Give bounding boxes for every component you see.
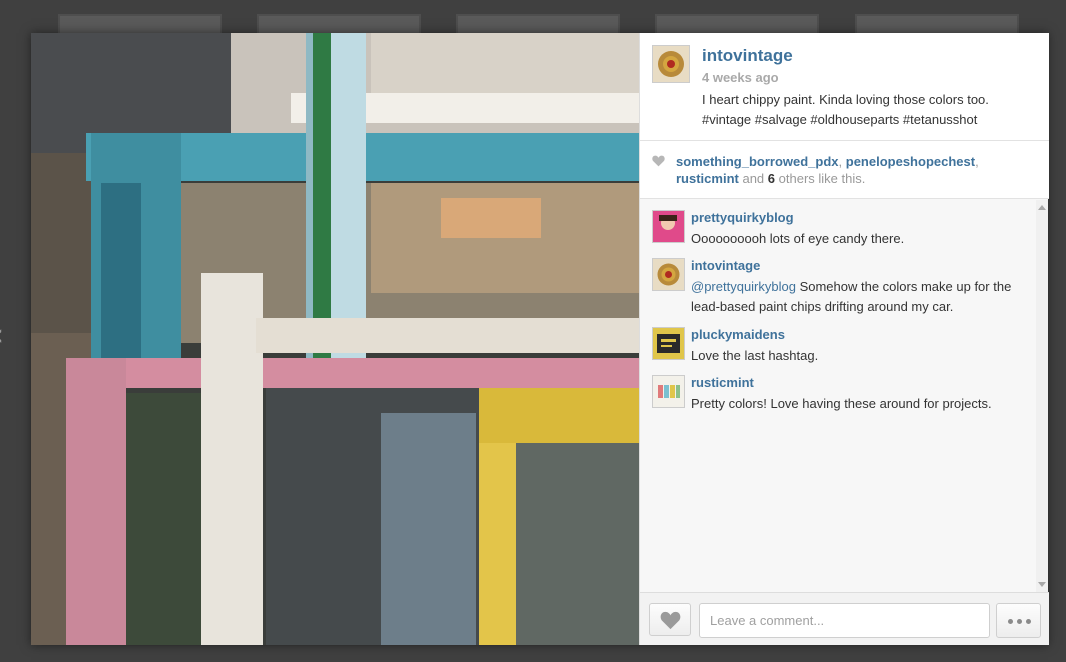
avatar[interactable] bbox=[652, 375, 685, 408]
comment-mention[interactable]: @prettyquirkyblog bbox=[691, 279, 796, 294]
likes-summary: something_borrowed_pdx, penelopeshopeche… bbox=[640, 141, 1049, 199]
more-options-button[interactable] bbox=[996, 603, 1041, 638]
post-header: intovintage 4 weeks ago I heart chippy p… bbox=[640, 33, 1049, 141]
avatar[interactable] bbox=[652, 45, 690, 83]
photo-modal: intovintage 4 weeks ago I heart chippy p… bbox=[31, 33, 1049, 645]
comment-username[interactable]: pluckymaidens bbox=[691, 327, 785, 342]
post-caption: I heart chippy paint. Kinda loving those… bbox=[702, 92, 989, 127]
avatar[interactable] bbox=[652, 258, 685, 291]
comment-text: Love the last hashtag. bbox=[691, 348, 819, 363]
post-timestamp: 4 weeks ago bbox=[702, 70, 779, 85]
comment-text: @prettyquirkyblog Somehow the colors mak… bbox=[691, 277, 1031, 317]
liker-link[interactable]: something_borrowed_pdx bbox=[676, 154, 839, 169]
heart-icon bbox=[660, 611, 681, 630]
liker-link[interactable]: rusticmint bbox=[676, 171, 739, 186]
avatar[interactable] bbox=[652, 210, 685, 243]
scroll-up-arrow-icon[interactable] bbox=[1038, 205, 1046, 210]
avatar[interactable] bbox=[652, 327, 685, 360]
others-count[interactable]: 6 bbox=[768, 171, 775, 186]
others-suffix: others like this. bbox=[778, 171, 866, 186]
post-photo bbox=[31, 33, 639, 645]
likes-and-text: and bbox=[742, 171, 765, 186]
comment-username[interactable]: rusticmint bbox=[691, 375, 754, 390]
comment-text: Oooooooooh lots of eye candy there. bbox=[691, 231, 905, 246]
comment-input[interactable] bbox=[699, 603, 990, 638]
scroll-down-arrow-icon[interactable] bbox=[1038, 582, 1046, 587]
heart-icon bbox=[652, 155, 665, 167]
post-sidebar: intovintage 4 weeks ago I heart chippy p… bbox=[639, 33, 1049, 645]
post-owner-username[interactable]: intovintage bbox=[702, 46, 793, 66]
like-button[interactable] bbox=[649, 603, 691, 636]
comment-scrollbar[interactable] bbox=[1036, 200, 1048, 592]
comment-text: Pretty colors! Love having these around … bbox=[691, 396, 992, 411]
comment-username[interactable]: prettyquirkyblog bbox=[691, 210, 794, 225]
liker-link[interactable]: penelopeshopechest bbox=[846, 154, 975, 169]
comment-username[interactable]: intovintage bbox=[691, 258, 760, 273]
comment-list[interactable]: prettyquirkyblog Oooooooooh lots of eye … bbox=[640, 200, 1049, 592]
comment-footer bbox=[640, 592, 1049, 645]
chevron-left-icon[interactable]: ‹ bbox=[0, 318, 4, 353]
